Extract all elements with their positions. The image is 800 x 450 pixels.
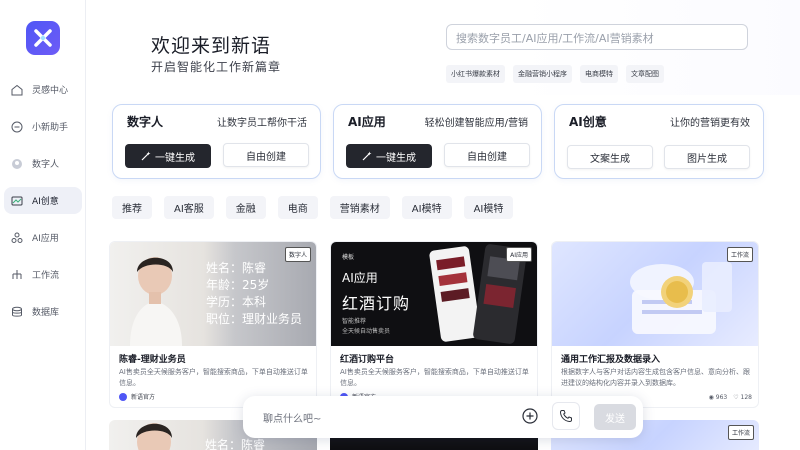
- card-desc: 根据数字人与客户对话内容生成包含客户信息、意向分析、跟进建议的结构化内容并录入到…: [561, 368, 750, 387]
- sidebar-item-inspiration[interactable]: 灵感中心: [4, 76, 82, 103]
- magic-wand-icon: [141, 151, 151, 161]
- type-badge: 工作流: [727, 425, 754, 440]
- views-count: ◉ 963: [708, 394, 728, 401]
- feature-card-digital-human: 数字人 让数字员工帮你干活 一键生成 自由创建: [112, 104, 321, 179]
- image-generate-button[interactable]: 图片生成: [664, 145, 750, 169]
- add-icon[interactable]: [522, 408, 538, 424]
- creative-icon: [10, 194, 24, 208]
- sidebar-nav: 灵感中心 小新助手 数字人 AI创意 AI应用 工作流 数据库: [4, 76, 82, 335]
- workflow-icon: [10, 268, 24, 282]
- feature-desc: 让数字员工帮你干活: [217, 118, 307, 129]
- tab-ai-model[interactable]: AI模特: [401, 196, 452, 219]
- type-badge: AI应用: [506, 247, 532, 262]
- tab-finance[interactable]: 金融: [225, 196, 266, 219]
- card-desc: AI售卖员全天候服务客户，智能搜索商品，下单自动推送订单信息。: [119, 368, 308, 387]
- database-icon: [10, 305, 24, 319]
- phone-icon: [559, 410, 572, 423]
- content-card[interactable]: 姓名：陈睿 年龄：25岁 学历：本科 职位：理财业务员 数字人 陈睿-理财业务员…: [109, 241, 317, 408]
- apps-icon: [10, 231, 24, 245]
- sidebar-item-label: AI应用: [32, 234, 59, 244]
- search-tag[interactable]: 文章配图: [626, 65, 664, 83]
- avatar: [119, 392, 127, 401]
- resume-overlay: 姓名：陈睿: [205, 438, 266, 450]
- phone-call-button[interactable]: [552, 402, 580, 430]
- card-author: 新语官方: [119, 392, 155, 401]
- sidebar-item-ai-apps[interactable]: AI应用: [4, 224, 82, 251]
- feature-title: AI应用: [348, 115, 386, 129]
- welcome-title: 欢迎来到新语: [151, 35, 272, 57]
- search-tag[interactable]: 小红书爆款素材: [446, 65, 505, 83]
- sidebar: 灵感中心 小新助手 数字人 AI创意 AI应用 工作流 数据库: [0, 0, 86, 450]
- card-title: 通用工作汇报及数据录入: [561, 355, 661, 365]
- chat-input-bar: 聊点什么吧~ 发送: [243, 396, 643, 438]
- home-icon: [10, 83, 24, 97]
- sidebar-item-label: 小新助手: [32, 123, 69, 133]
- sidebar-item-label: AI创意: [32, 197, 59, 207]
- sidebar-item-label: 工作流: [32, 271, 60, 281]
- thumb-icon: ♡: [733, 394, 739, 401]
- assistant-icon: [10, 120, 24, 134]
- sidebar-item-database[interactable]: 数据库: [4, 298, 82, 325]
- sidebar-item-label: 灵感中心: [32, 86, 69, 96]
- digital-human-icon: [10, 157, 24, 171]
- tab-ai-model-2[interactable]: AI模特: [463, 196, 514, 219]
- hero-banner: 欢迎来到新语 开启智能化工作新篇章 搜索数字员工/AI应用/工作流/AI营销素材…: [86, 0, 800, 95]
- tab-recommend[interactable]: 推荐: [112, 196, 152, 219]
- search-tag[interactable]: 金融营销小程序: [513, 65, 572, 83]
- copywriting-generate-button[interactable]: 文案生成: [567, 145, 653, 169]
- search-suggestions: 小红书爆款素材 金融营销小程序 电商模特 文章配图: [446, 65, 664, 83]
- type-badge: 数字人: [284, 247, 311, 262]
- resume-overlay: 姓名：陈睿 年龄：25岁 学历：本科 职位：理财业务员: [206, 261, 303, 326]
- sidebar-item-label: 数据库: [32, 308, 60, 318]
- search-tag[interactable]: 电商模特: [580, 65, 618, 83]
- feature-card-ai-apps: AI应用 轻松创建智能应用/营销 一键生成 自由创建: [333, 104, 542, 179]
- eye-icon: ◉: [708, 394, 714, 401]
- search-input[interactable]: 搜索数字员工/AI应用/工作流/AI营销素材: [446, 24, 748, 50]
- app-logo[interactable]: [26, 21, 60, 55]
- magic-wand-icon: [362, 151, 372, 161]
- free-create-button[interactable]: 自由创建: [444, 143, 530, 167]
- feature-desc: 轻松创建智能应用/营销: [424, 118, 528, 129]
- tab-ai-service[interactable]: AI客服: [164, 196, 214, 219]
- sidebar-item-workflow[interactable]: 工作流: [4, 261, 82, 288]
- logo-icon: [34, 29, 52, 47]
- sidebar-item-ai-creative[interactable]: AI创意: [4, 187, 82, 214]
- main-content: 欢迎来到新语 开启智能化工作新篇章 搜索数字员工/AI应用/工作流/AI营销素材…: [86, 0, 800, 450]
- feature-title: 数字人: [127, 115, 164, 129]
- type-badge: 工作流: [726, 247, 753, 262]
- sidebar-item-assistant[interactable]: 小新助手: [4, 113, 82, 140]
- card-title: 红酒订购平台: [340, 355, 395, 365]
- card-stats: ◉ 963 ♡ 128: [709, 394, 752, 401]
- card-title: 陈睿-理财业务员: [119, 355, 186, 365]
- category-tabs: 推荐 AI客服 金融 电商 营销素材 AI模特 AI模特: [112, 196, 514, 219]
- feature-card-ai-creative: AI创意 让你的营销更有效 文案生成 图片生成: [554, 104, 764, 179]
- card-desc: AI售卖员全天候服务客户，智能搜索商品，下单自动推送订单信息。: [340, 368, 529, 387]
- tab-ecommerce[interactable]: 电商: [277, 196, 318, 219]
- content-card[interactable]: 模板 AI应用 红酒订购 智能推荐 全天候自动售卖员 AI应用 红酒订购平台 A…: [330, 241, 538, 408]
- sidebar-item-digital-human[interactable]: 数字人: [4, 150, 82, 177]
- tab-marketing-assets[interactable]: 营销素材: [329, 196, 390, 219]
- content-card[interactable]: 工作流 通用工作汇报及数据录入 根据数字人与客户对话内容生成包含客户信息、意向分…: [551, 241, 759, 408]
- sidebar-item-label: 数字人: [32, 160, 60, 170]
- one-click-generate-button[interactable]: 一键生成: [346, 144, 432, 168]
- chat-input[interactable]: 聊点什么吧~: [263, 410, 321, 425]
- feature-desc: 让你的营销更有效: [670, 118, 750, 129]
- free-create-button[interactable]: 自由创建: [223, 143, 309, 167]
- feature-title: AI创意: [569, 115, 607, 129]
- welcome-subtitle: 开启智能化工作新篇章: [151, 60, 282, 74]
- send-button[interactable]: 发送: [594, 404, 636, 430]
- likes-count: ♡ 128: [733, 394, 752, 401]
- one-click-generate-button[interactable]: 一键生成: [125, 144, 211, 168]
